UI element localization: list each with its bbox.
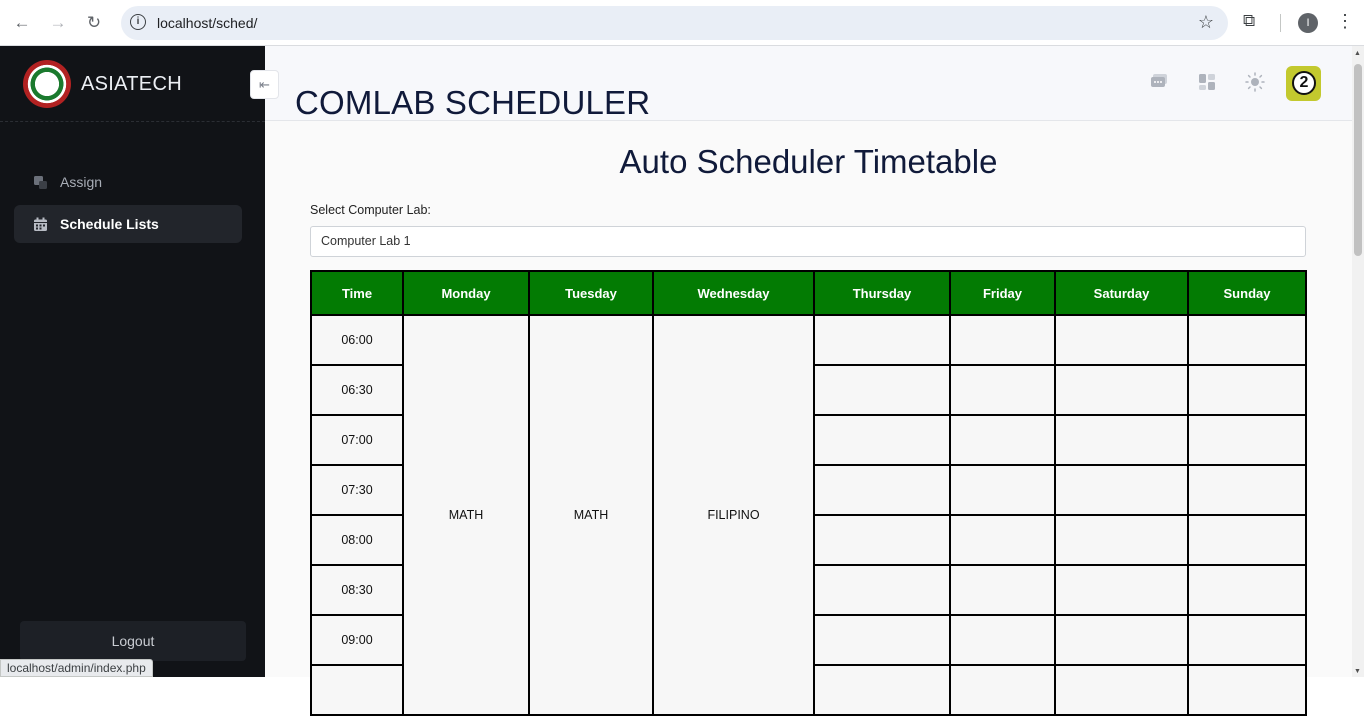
empty-slot[interactable]: [949, 614, 1056, 666]
empty-slot[interactable]: [949, 564, 1056, 616]
badge-count: 2: [1292, 71, 1316, 95]
profile-avatar[interactable]: I: [1298, 13, 1318, 33]
empty-slot[interactable]: [1054, 314, 1189, 366]
col-header-friday: Friday: [949, 270, 1056, 316]
empty-slot[interactable]: [813, 414, 951, 466]
scroll-up-icon[interactable]: ▲: [1354, 50, 1361, 57]
empty-slot[interactable]: [813, 614, 951, 666]
empty-slot[interactable]: [813, 664, 951, 716]
top-bar: COMLAB SCHEDULER 2: [265, 46, 1352, 121]
toolbar-divider: [1280, 14, 1281, 32]
col-header-thursday: Thursday: [813, 270, 951, 316]
empty-slot[interactable]: [1054, 464, 1189, 516]
empty-slot[interactable]: [1054, 664, 1189, 716]
page-scrollbar[interactable]: ▲ ▼: [1352, 46, 1364, 677]
theme-sun-icon[interactable]: [1245, 72, 1265, 92]
time-cell: 07:30: [310, 464, 404, 516]
empty-slot[interactable]: [949, 464, 1056, 516]
col-header-sunday: Sunday: [1187, 270, 1307, 316]
empty-slot[interactable]: [813, 464, 951, 516]
empty-slot[interactable]: [949, 314, 1056, 366]
scroll-down-icon[interactable]: ▼: [1354, 668, 1361, 675]
empty-slot[interactable]: [1187, 564, 1307, 616]
empty-slot[interactable]: [1054, 514, 1189, 566]
school-logo: [23, 60, 71, 108]
sidebar-item-label: Schedule Lists: [60, 216, 159, 232]
empty-slot[interactable]: [1187, 464, 1307, 516]
timetable-heading: Auto Scheduler Timetable: [619, 143, 998, 180]
empty-slot[interactable]: [1054, 564, 1189, 616]
empty-slot[interactable]: [1187, 614, 1307, 666]
empty-slot[interactable]: [1187, 364, 1307, 416]
time-cell: 06:00: [310, 314, 404, 366]
forward-icon[interactable]: →: [46, 11, 70, 35]
reload-icon[interactable]: ↻: [82, 11, 106, 35]
tuesday-class-cell[interactable]: MATH: [528, 314, 654, 716]
back-icon[interactable]: ←: [10, 11, 34, 35]
time-cell: 09:00: [310, 614, 404, 666]
collapse-sidebar-icon[interactable]: ⇤: [250, 70, 279, 99]
timetable-header-row: Time Monday Tuesday Wednesday Thursday F…: [310, 270, 1307, 316]
sidebar-item-schedule-lists[interactable]: Schedule Lists: [14, 205, 242, 243]
sidebar-item-assign[interactable]: Assign: [14, 163, 242, 201]
empty-slot[interactable]: [1187, 414, 1307, 466]
time-cell: 06:30: [310, 364, 404, 416]
empty-slot[interactable]: [813, 514, 951, 566]
calendar-icon: [34, 217, 47, 231]
scrollbar-thumb[interactable]: [1354, 64, 1362, 256]
col-header-tuesday: Tuesday: [528, 270, 654, 316]
main-content: COMLAB SCHEDULER 2 Auto Scheduler Timeta…: [265, 46, 1352, 716]
brand-name: ASIATECH: [81, 73, 182, 95]
time-cell: [310, 664, 404, 716]
col-header-time: Time: [310, 270, 404, 316]
url-text[interactable]: localhost/sched/: [157, 15, 257, 31]
brand: ASIATECH: [0, 46, 265, 122]
assign-icon: [34, 176, 47, 189]
empty-slot[interactable]: [813, 564, 951, 616]
col-header-wednesday: Wednesday: [652, 270, 815, 316]
timetable: Time Monday Tuesday Wednesday Thursday F…: [310, 270, 1307, 716]
time-cell: 08:00: [310, 514, 404, 566]
computer-lab-select[interactable]: Computer Lab 1: [310, 226, 1306, 257]
empty-slot[interactable]: [949, 664, 1056, 716]
lab-select-label: Select Computer Lab:: [310, 203, 431, 217]
empty-slot[interactable]: [949, 364, 1056, 416]
browser-toolbar: ← → ↻ i localhost/sched/ ☆ ⧉ I ⋮: [0, 0, 1364, 46]
extensions-icon[interactable]: ⧉: [1243, 11, 1255, 31]
logout-button[interactable]: Logout: [20, 621, 246, 661]
wednesday-class-cell[interactable]: FILIPINO: [652, 314, 815, 716]
time-cell: 08:30: [310, 564, 404, 616]
link-status-bar: localhost/admin/index.php: [0, 659, 153, 677]
col-header-monday: Monday: [402, 270, 530, 316]
col-header-saturday: Saturday: [1054, 270, 1189, 316]
empty-slot[interactable]: [1054, 364, 1189, 416]
empty-slot[interactable]: [1187, 314, 1307, 366]
page-title: COMLAB SCHEDULER: [295, 84, 651, 121]
dashboard-icon[interactable]: [1197, 72, 1217, 92]
empty-slot[interactable]: [949, 414, 1056, 466]
sidebar-item-label: Assign: [60, 174, 103, 190]
notification-badge-button[interactable]: 2: [1286, 66, 1321, 101]
table-row: 06:00 MATH MATH FILIPINO: [310, 314, 1307, 716]
bookmark-star-icon[interactable]: ☆: [1198, 12, 1214, 33]
chat-icon[interactable]: [1149, 72, 1169, 92]
empty-slot[interactable]: [813, 314, 951, 366]
empty-slot[interactable]: [949, 514, 1056, 566]
empty-slot[interactable]: [1187, 664, 1307, 716]
empty-slot[interactable]: [1187, 514, 1307, 566]
monday-class-cell[interactable]: MATH: [402, 314, 530, 716]
browser-menu-icon[interactable]: ⋮: [1336, 11, 1354, 32]
time-cell: 07:00: [310, 414, 404, 466]
empty-slot[interactable]: [1054, 414, 1189, 466]
address-bar[interactable]: i localhost/sched/ ☆: [121, 6, 1228, 40]
empty-slot[interactable]: [813, 364, 951, 416]
site-info-icon[interactable]: i: [130, 14, 146, 30]
empty-slot[interactable]: [1054, 614, 1189, 666]
sidebar: ASIATECH Assign Schedule Lists Logout: [0, 46, 265, 677]
